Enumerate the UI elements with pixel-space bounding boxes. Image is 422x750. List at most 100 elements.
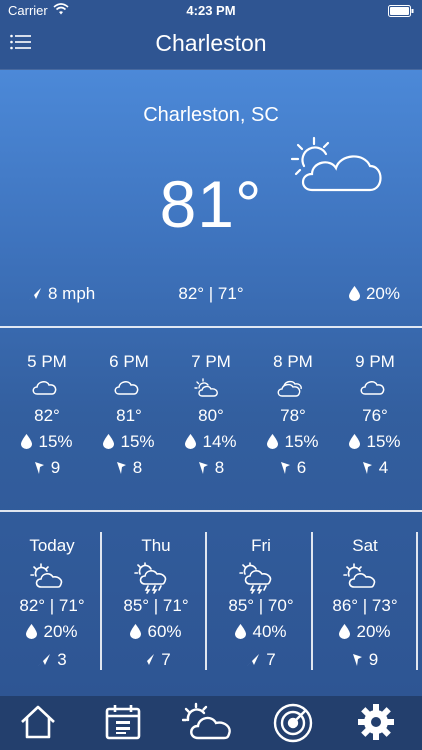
wind-direction-icon — [362, 462, 372, 474]
day-wind-value: 9 — [368, 650, 379, 669]
hour-rain: 15% — [335, 430, 415, 456]
column-divider — [205, 532, 207, 670]
wind-direction-icon — [38, 654, 51, 666]
hour-wind-value: 4 — [378, 458, 389, 477]
daily-item[interactable]: Thu 85° | 71° 60% 7 — [104, 536, 208, 672]
partly-cloudy-icon — [290, 132, 384, 203]
status-bar: Carrier 4:23 PM — [0, 0, 422, 22]
nav-bar: Charleston — [0, 22, 422, 70]
column-divider — [100, 532, 102, 670]
hour-wind-value: 8 — [132, 458, 143, 477]
hour-rain-value: 15% — [366, 432, 401, 451]
day-wind: 9 — [313, 648, 417, 672]
hour-time: 8 PM — [273, 352, 313, 371]
calendar-icon[interactable] — [103, 702, 149, 744]
day-wind-value: 7 — [161, 650, 171, 669]
day-rain: 20% — [313, 620, 417, 648]
raindrop-icon — [26, 624, 38, 639]
partly-cloudy-icon — [171, 374, 251, 402]
day-wind: 7 — [209, 648, 313, 672]
hour-wind: 6 — [253, 456, 333, 480]
day-rain: 40% — [209, 620, 313, 648]
raindrop-icon — [267, 434, 279, 449]
hour-rain-value: 15% — [38, 432, 73, 451]
hourly-item[interactable]: 9 PM 76° 15% 4 — [335, 352, 415, 480]
hour-wind-value: 9 — [50, 458, 61, 477]
partly-cloudy-icon — [0, 558, 104, 594]
tab-bar — [0, 696, 422, 750]
weather-icon[interactable] — [181, 702, 238, 744]
hour-rain-value: 15% — [120, 432, 155, 451]
day-name: Sat — [352, 536, 378, 555]
raindrop-icon — [130, 624, 142, 639]
day-rain: 20% — [0, 620, 104, 648]
day-name: Fri — [251, 536, 271, 555]
hourly-item[interactable]: 6 PM 81° 15% 8 — [89, 352, 169, 480]
current-location: Charleston, SC — [143, 104, 279, 126]
hour-wind: 9 — [7, 456, 87, 480]
day-hi-lo: 82° | 71° — [19, 596, 85, 615]
wind-direction-icon — [352, 654, 362, 666]
daily-item[interactable]: Today 82° | 71° 20% 3 — [0, 536, 104, 672]
divider — [0, 326, 422, 328]
raindrop-icon — [235, 624, 247, 639]
hour-rain: 14% — [171, 430, 251, 456]
thunderstorm-icon — [104, 558, 208, 594]
cloud-icon — [89, 374, 169, 402]
hour-rain: 15% — [253, 430, 333, 456]
wind-direction-icon — [198, 462, 208, 474]
day-rain-value: 20% — [356, 622, 391, 641]
raindrop-icon — [103, 434, 115, 449]
hourly-item[interactable]: 5 PM 82° 15% 9 — [7, 352, 87, 480]
thunderstorm-icon — [209, 558, 313, 594]
daily-item[interactable]: Sat 86° | 73° 20% 9 — [313, 536, 417, 672]
day-wind: 3 — [0, 648, 104, 672]
radar-icon[interactable] — [272, 702, 318, 744]
column-divider — [416, 532, 418, 670]
hour-time: 5 PM — [27, 352, 67, 371]
hour-temp: 80° — [198, 406, 224, 425]
hour-rain-value: 15% — [284, 432, 319, 451]
hour-time: 9 PM — [355, 352, 395, 371]
home-icon[interactable] — [18, 702, 64, 744]
daily-item[interactable]: Fri 85° | 70° 40% 7 — [209, 536, 313, 672]
hour-wind: 4 — [335, 456, 415, 480]
raindrop-icon — [185, 434, 197, 449]
day-wind-value: 3 — [57, 650, 67, 669]
partly-cloudy-icon — [313, 558, 417, 594]
current-precip-value: 20% — [365, 284, 400, 303]
wind-direction-icon — [34, 462, 44, 474]
day-rain-value: 40% — [252, 622, 287, 641]
hour-wind-value: 8 — [214, 458, 225, 477]
settings-icon[interactable] — [356, 702, 402, 744]
weather-main: Charleston, SC 81° 8 mph 82° | 71° 20% 5… — [0, 70, 422, 696]
day-hi-lo: 86° | 73° — [332, 596, 398, 615]
hour-temp: 81° — [116, 406, 142, 425]
wind-direction-icon — [247, 654, 260, 666]
hour-rain-value: 14% — [202, 432, 237, 451]
day-wind-value: 7 — [266, 650, 276, 669]
day-hi-lo: 85° | 70° — [228, 596, 294, 615]
hour-time: 6 PM — [109, 352, 149, 371]
hourly-item[interactable]: 8 PM 78° 15% 6 — [253, 352, 333, 480]
day-rain: 60% — [104, 620, 208, 648]
day-rain-value: 60% — [147, 622, 182, 641]
hourly-item[interactable]: 7 PM 80° 14% 8 — [171, 352, 251, 480]
current-precip: 20% — [348, 284, 400, 304]
wind-direction-icon — [116, 462, 126, 474]
day-hi-lo: 85° | 71° — [123, 596, 189, 615]
hour-rain: 15% — [7, 430, 87, 456]
hour-wind-value: 6 — [296, 458, 307, 477]
current-stats: 8 mph 82° | 71° 20% — [0, 284, 422, 308]
hour-temp: 78° — [280, 406, 306, 425]
day-name: Thu — [141, 536, 171, 555]
cloudy-icon — [253, 374, 333, 402]
battery-icon — [388, 5, 414, 20]
cloud-icon — [7, 374, 87, 402]
divider — [0, 510, 422, 512]
raindrop-icon — [21, 434, 33, 449]
wind-direction-icon — [280, 462, 290, 474]
status-time: 4:23 PM — [186, 3, 236, 18]
hour-time: 7 PM — [191, 352, 231, 371]
hour-rain: 15% — [89, 430, 169, 456]
